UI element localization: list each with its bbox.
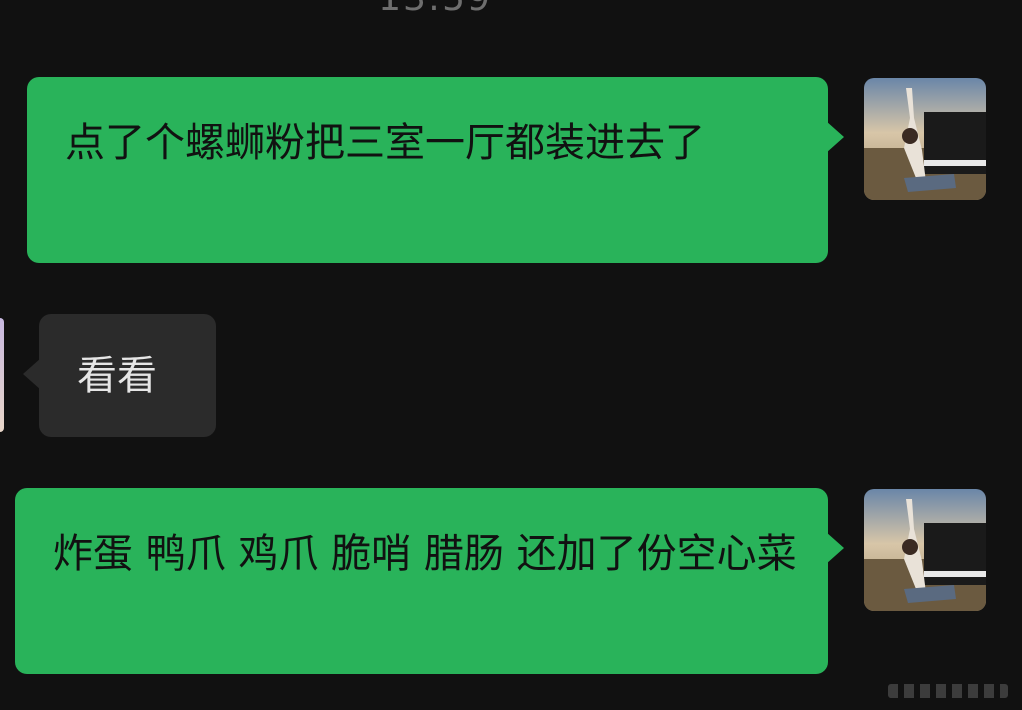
message-text: 看看 [77, 353, 157, 399]
message-timestamp: 13:59 [0, 0, 870, 19]
message-bubble-outgoing[interactable]: 炸蛋 鸭爪 鸡爪 脆哨 腊肠 还加了份空心菜 [15, 488, 844, 674]
bubble-tail [826, 532, 844, 564]
bubble-tail [826, 121, 844, 153]
message-text: 炸蛋 鸭爪 鸡爪 脆哨 腊肠 还加了份空心菜 [53, 531, 797, 577]
contact-avatar-edge[interactable] [0, 318, 4, 432]
message-bubble-outgoing[interactable]: 点了个螺蛳粉把三室一厅都装进去了 [27, 77, 844, 263]
bubble-tail [23, 358, 41, 390]
watermark [888, 684, 1008, 698]
message-text: 点了个螺蛳粉把三室一厅都装进去了 [65, 120, 705, 166]
user-avatar[interactable] [864, 78, 986, 200]
message-bubble-incoming[interactable]: 看看 [23, 314, 216, 437]
user-avatar[interactable] [864, 489, 986, 611]
